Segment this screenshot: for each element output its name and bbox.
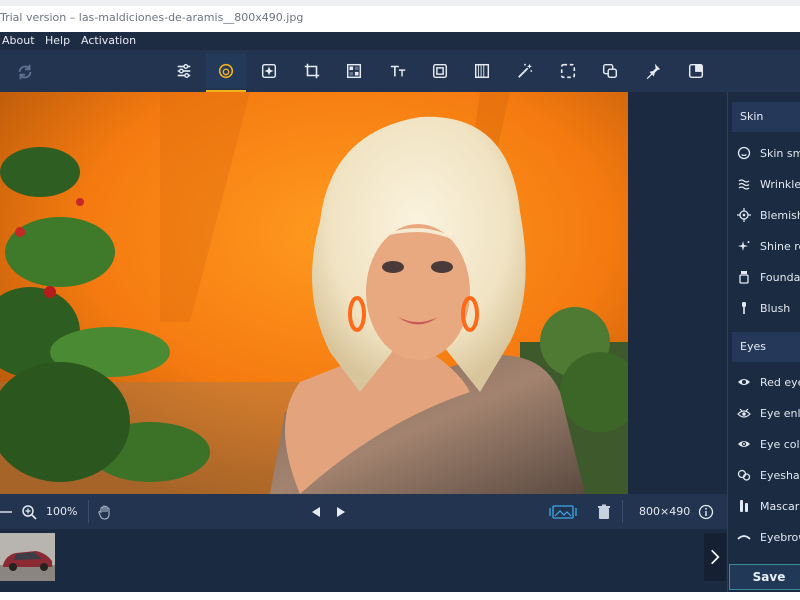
replace-icon[interactable] xyxy=(590,54,630,88)
eye-color-icon xyxy=(734,434,754,454)
wrinkle-icon xyxy=(734,174,754,194)
red-eye-item[interactable]: Red eye xyxy=(732,369,800,395)
eyebrow-item[interactable]: Eyebrow xyxy=(732,524,800,550)
pin-icon[interactable] xyxy=(633,54,673,88)
effects-icon[interactable] xyxy=(334,54,374,88)
hand-pan-icon[interactable] xyxy=(97,494,113,529)
next-image-icon[interactable] xyxy=(333,494,349,529)
item-label: Blemish xyxy=(760,208,800,222)
eyebrow-icon xyxy=(734,527,754,547)
filmstrip xyxy=(0,529,727,600)
item-label: Eye colo xyxy=(760,437,800,451)
chevron-right-icon[interactable] xyxy=(704,533,726,581)
zoom-slider-end[interactable] xyxy=(0,494,16,529)
frame-icon[interactable] xyxy=(420,54,460,88)
eye-icon xyxy=(734,372,754,392)
previous-image-icon[interactable] xyxy=(308,494,324,529)
shine-removal-item[interactable]: Shine re xyxy=(732,233,800,259)
save-button[interactable]: Save xyxy=(729,564,800,590)
item-label: Eye enla xyxy=(760,406,800,420)
sparkle-icon xyxy=(734,236,754,256)
menu-about[interactable]: About xyxy=(2,34,35,47)
item-label: Shine re xyxy=(760,239,800,253)
vignette-icon[interactable] xyxy=(462,54,502,88)
item-label: Eyeshad xyxy=(760,468,800,482)
thumbnail-car[interactable] xyxy=(0,533,55,581)
mascara-icon xyxy=(734,496,754,516)
eyeshadow-icon xyxy=(734,465,754,485)
text-icon[interactable] xyxy=(378,54,418,88)
eyes-section-header[interactable]: Eyes xyxy=(732,332,800,362)
zoom-level: 100% xyxy=(46,505,78,518)
blush-item[interactable]: Blush xyxy=(732,295,800,321)
delete-icon[interactable] xyxy=(596,494,612,529)
target-icon xyxy=(734,205,754,225)
item-label: Blush xyxy=(760,301,791,315)
sliders-icon[interactable] xyxy=(164,54,204,88)
face-retouch-icon[interactable] xyxy=(206,54,246,92)
window-bottom-edge xyxy=(0,592,800,600)
eye-enlarge-icon xyxy=(734,403,754,423)
toolbar xyxy=(0,50,800,92)
menu-bar: About Help Activation xyxy=(0,32,800,50)
eyeshadow-item[interactable]: Eyeshad xyxy=(732,462,800,488)
skin-section-header[interactable]: Skin xyxy=(732,102,800,132)
item-label: Mascara xyxy=(760,499,800,513)
eye-color-item[interactable]: Eye colo xyxy=(732,431,800,457)
enhance-icon[interactable] xyxy=(249,54,289,88)
wrinkle-removal-item[interactable]: Wrinkle r xyxy=(732,171,800,197)
crop-icon[interactable] xyxy=(292,54,332,88)
eye-enlarge-item[interactable]: Eye enla xyxy=(732,400,800,426)
filmstrip-toggle-icon[interactable] xyxy=(547,494,579,529)
menu-activation[interactable]: Activation xyxy=(81,34,136,47)
status-bar: 100% 800×490 xyxy=(0,494,727,529)
window-title: Trial version – las-maldiciones-de-arami… xyxy=(0,11,304,24)
skin-smoothing-item[interactable]: Skin smo xyxy=(732,140,800,166)
photo-canvas[interactable] xyxy=(0,92,628,494)
item-label: Foundat xyxy=(760,270,800,284)
foundation-item[interactable]: Foundat xyxy=(732,264,800,290)
app-window: Trial version – las-maldiciones-de-arami… xyxy=(0,0,800,600)
title-bar: Trial version – las-maldiciones-de-arami… xyxy=(0,0,800,32)
info-icon[interactable] xyxy=(698,494,714,529)
zoom-in-icon[interactable] xyxy=(21,494,37,529)
image-dimensions: 800×490 xyxy=(639,505,691,518)
blemish-item[interactable]: Blemish xyxy=(732,202,800,228)
separator xyxy=(88,500,89,523)
brush-icon xyxy=(734,298,754,318)
separator xyxy=(622,500,623,523)
transform-icon[interactable] xyxy=(676,54,716,88)
foundation-bottle-icon xyxy=(734,267,754,287)
redo-icon[interactable] xyxy=(14,61,36,83)
mascara-item[interactable]: Mascara xyxy=(732,493,800,519)
smile-icon xyxy=(734,143,754,163)
item-label: Wrinkle r xyxy=(760,177,800,191)
item-label: Eyebrow xyxy=(760,530,800,544)
magic-wand-icon[interactable] xyxy=(505,54,545,88)
retouch-panel: Skin Skin smo Wrinkle r Blemish Shine re… xyxy=(727,92,800,600)
canvas-area[interactable] xyxy=(0,92,727,494)
menu-help[interactable]: Help xyxy=(45,34,70,47)
item-label: Skin smo xyxy=(760,146,800,160)
selection-icon[interactable] xyxy=(548,54,588,88)
item-label: Red eye xyxy=(760,375,800,389)
